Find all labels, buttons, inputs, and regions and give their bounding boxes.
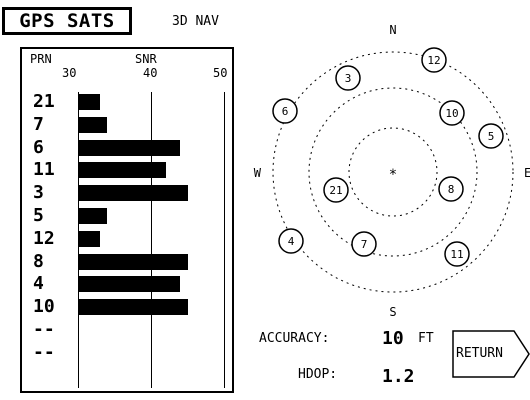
compass-east: E [524, 166, 530, 180]
accuracy-unit: FT [418, 331, 434, 346]
return-button[interactable]: RETURN [452, 330, 530, 378]
sky-satellite-label: 8 [448, 183, 455, 196]
sky-satellite-21: 21 [323, 177, 349, 203]
sky-satellite-11: 11 [444, 241, 470, 267]
hdop-label: HDOP: [298, 367, 338, 382]
sky-satellite-label: 11 [450, 248, 463, 261]
sky-satellite-label: 12 [427, 54, 440, 67]
accuracy-label: ACCURACY: [259, 331, 330, 346]
sky-satellite-3: 3 [335, 65, 361, 91]
sky-satellite-label: 7 [361, 238, 368, 251]
return-button-label: RETURN [456, 346, 503, 361]
sky-satellite-group: 12 3 6 10 5 21 8 7 4 11 [272, 47, 504, 267]
hdop-value: 1.2 [382, 366, 415, 387]
sky-satellite-5: 5 [478, 123, 504, 149]
sky-satellite-label: 6 [282, 105, 289, 118]
sky-satellite-label: 10 [445, 107, 458, 120]
sky-satellite-label: 3 [345, 72, 352, 85]
gps-satellites-screen: GPS SATS 3D NAV PRN SNR 30 40 50 21 7 6 11 3… [0, 0, 530, 400]
sky-satellite-8: 8 [438, 176, 464, 202]
sky-satellite-10: 10 [439, 100, 465, 126]
compass-west: W [254, 166, 262, 180]
sky-satellite-12: 12 [421, 47, 447, 73]
compass-south: S [389, 305, 396, 319]
compass-north: N [389, 23, 396, 37]
sky-satellite-label: 21 [329, 184, 342, 197]
sky-satellite-6: 6 [272, 98, 298, 124]
sky-center-marker: * [389, 167, 397, 183]
sky-satellite-label: 4 [288, 235, 295, 248]
sky-satellite-4: 4 [278, 228, 304, 254]
accuracy-value: 10 [382, 328, 404, 349]
sky-satellite-7: 7 [351, 231, 377, 257]
sky-satellite-label: 5 [488, 130, 495, 143]
